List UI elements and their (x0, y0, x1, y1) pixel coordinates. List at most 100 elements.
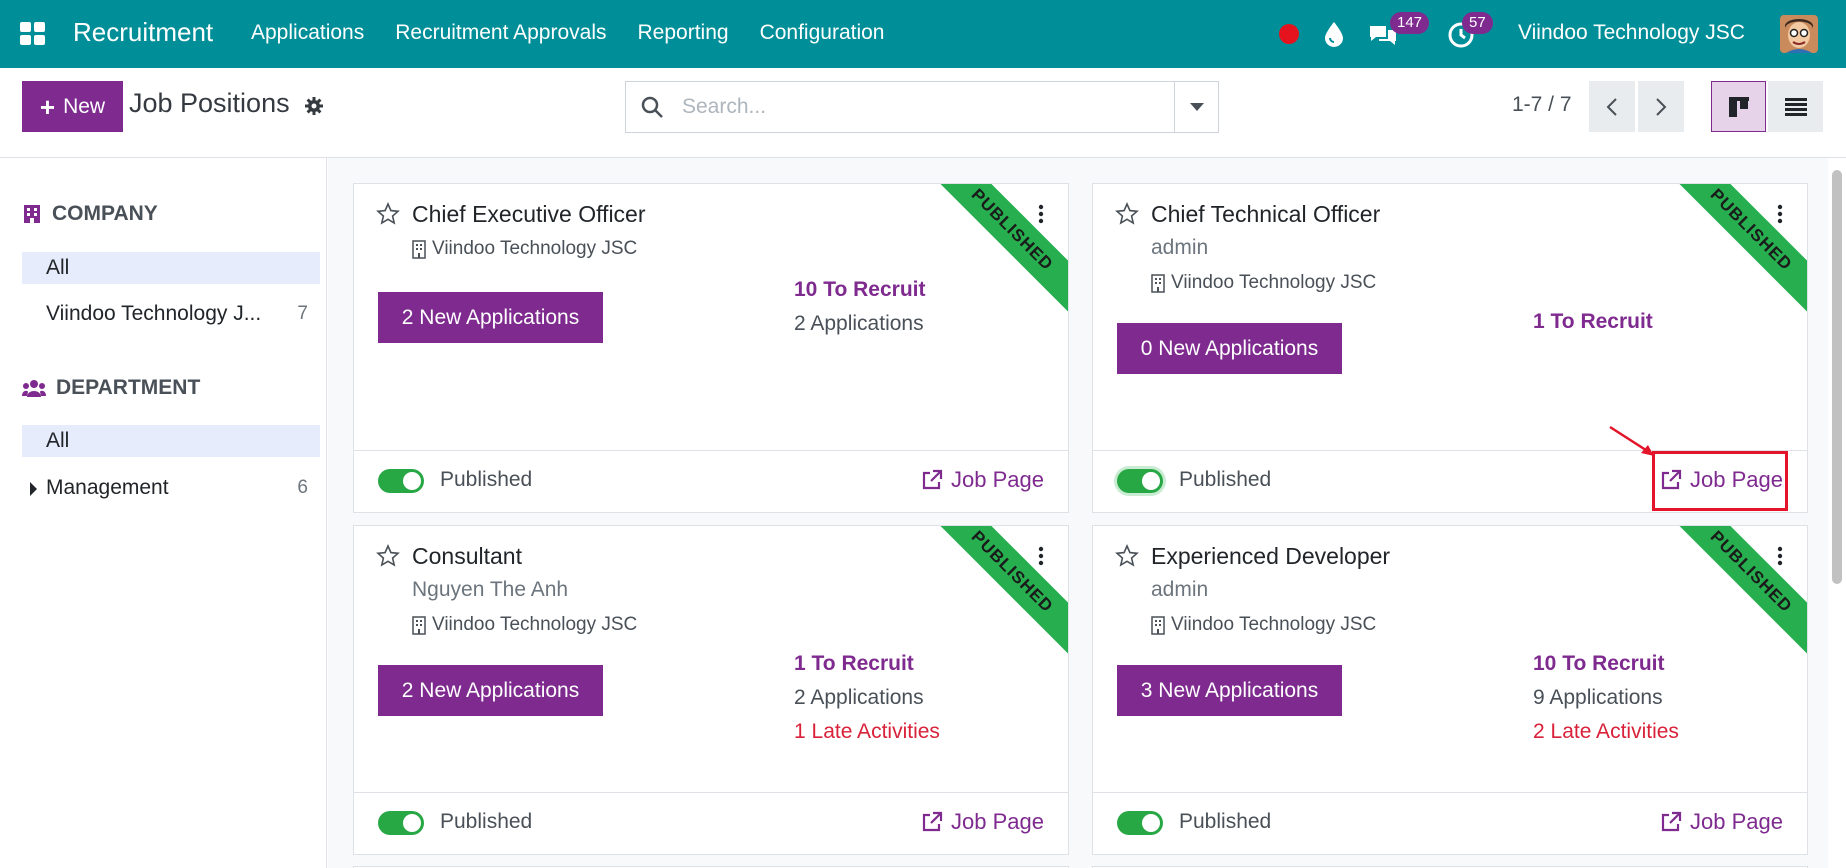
job-manager: admin (1151, 578, 1209, 601)
star-icon[interactable] (376, 544, 400, 568)
department-filter-label: Management (46, 476, 169, 499)
applications-link[interactable]: 2 Applications (794, 681, 940, 715)
published-ribbon: PUBLISHED (1667, 184, 1807, 314)
app-name[interactable]: Recruitment (73, 17, 213, 48)
company-filter-label: Viindoo Technology J... (46, 302, 262, 325)
search-input[interactable] (682, 92, 1082, 122)
company-filter-all[interactable]: All (22, 252, 320, 284)
kebab-menu-icon[interactable] (1038, 204, 1044, 224)
kebab-menu-icon[interactable] (1777, 204, 1783, 224)
star-icon[interactable] (1115, 202, 1139, 226)
user-avatar[interactable] (1780, 15, 1818, 53)
card-footer: Published Job Page (354, 792, 1068, 854)
published-ribbon: PUBLISHED (928, 526, 1068, 656)
new-applications-button[interactable]: 0 New Applications (1117, 323, 1342, 374)
applications-link[interactable]: 9 Applications (1533, 681, 1679, 715)
pager-next-button[interactable] (1638, 81, 1684, 132)
kanban-view-button[interactable] (1711, 81, 1766, 132)
job-title: Experienced Developer (1151, 543, 1391, 569)
external-link-icon (922, 469, 943, 490)
apps-grid-icon[interactable] (19, 20, 47, 48)
published-ribbon: PUBLISHED (928, 184, 1068, 314)
kebab-menu-icon[interactable] (1777, 546, 1783, 566)
new-applications-button[interactable]: 2 New Applications (378, 292, 603, 343)
published-toggle[interactable] (378, 469, 424, 493)
pager-previous-button[interactable] (1589, 81, 1635, 132)
to-recruit-link[interactable]: 1 To Recruit (1533, 305, 1653, 339)
caret-right-icon[interactable] (30, 482, 37, 496)
annotation-arrow-icon (1609, 425, 1654, 456)
card-footer: Published Job Page (354, 450, 1068, 512)
job-card[interactable]: Chief Executive Officer Viindoo Technolo… (353, 183, 1069, 513)
building-icon (24, 205, 40, 223)
job-page-link[interactable]: Job Page (921, 809, 1044, 835)
to-recruit-link[interactable]: 10 To Recruit (794, 273, 925, 307)
published-label: Published (440, 810, 533, 833)
top-navbar: Recruitment Applications Recruitment App… (0, 0, 1846, 68)
building-icon (412, 239, 426, 259)
record-icon[interactable] (1279, 24, 1299, 44)
job-card[interactable]: Consultant Nguyen The Anh Viindoo Techno… (353, 525, 1069, 855)
job-stats: 1 To Recruit (1533, 305, 1653, 339)
company-filter-label: All (46, 256, 70, 279)
late-activities-link[interactable]: 1 Late Activities (794, 715, 940, 749)
job-page-link[interactable]: Job Page (1660, 809, 1783, 835)
published-ribbon: PUBLISHED (1667, 526, 1807, 656)
company-filter-viindoo[interactable]: Viindoo Technology J... 7 (22, 298, 320, 330)
company-switcher[interactable]: Viindoo Technology JSC (1518, 21, 1745, 45)
new-applications-button[interactable]: 3 New Applications (1117, 665, 1342, 716)
department-filter-count: 6 (297, 477, 308, 498)
kanban-view: Chief Executive Officer Viindoo Technolo… (328, 158, 1828, 868)
applications-link[interactable]: 2 Applications (794, 307, 925, 341)
published-label: Published (1179, 810, 1272, 833)
job-stats: 10 To Recruit 9 Applications 2 Late Acti… (1533, 647, 1679, 749)
job-page-label: Job Page (1690, 809, 1783, 834)
job-manager: Nguyen The Anh (412, 578, 569, 601)
building-icon (412, 615, 426, 635)
menu-configuration[interactable]: Configuration (760, 21, 885, 45)
pager-value[interactable]: 1-7 / 7 (1512, 93, 1572, 117)
star-icon[interactable] (376, 202, 400, 226)
menu-reporting[interactable]: Reporting (638, 21, 729, 45)
department-filter-all[interactable]: All (22, 425, 320, 457)
droplet-icon[interactable] (1322, 21, 1346, 47)
list-view-button[interactable] (1768, 81, 1823, 132)
main-menu: Applications Recruitment Approvals Repor… (251, 21, 884, 45)
building-icon (1151, 273, 1165, 293)
department-heading-label: DEPARTMENT (56, 376, 201, 399)
department-section-heading: DEPARTMENT (22, 376, 200, 400)
published-label: Published (1179, 468, 1272, 491)
to-recruit-link[interactable]: 10 To Recruit (1533, 647, 1679, 681)
job-company-label: Viindoo Technology JSC (432, 238, 638, 259)
job-company: Viindoo Technology JSC (1151, 614, 1376, 636)
new-button-label: New (63, 94, 106, 118)
search-panel: COMPANY All Viindoo Technology J... 7 DE… (0, 158, 327, 868)
job-card[interactable]: Experienced Developer admin Viindoo Tech… (1092, 525, 1808, 855)
list-icon (1784, 97, 1807, 116)
page-title: Job Positions (129, 88, 290, 118)
search-options-toggle[interactable] (1174, 82, 1218, 132)
published-toggle[interactable] (378, 811, 424, 835)
department-filter-management[interactable]: Management 6 (22, 472, 320, 504)
department-filter-label: All (46, 429, 70, 452)
new-applications-button[interactable]: 2 New Applications (378, 665, 603, 716)
new-button[interactable]: + New (22, 81, 123, 132)
caret-down-icon (1189, 103, 1204, 111)
published-toggle[interactable] (1117, 811, 1163, 835)
kebab-menu-icon[interactable] (1038, 546, 1044, 566)
menu-recruitment-approvals[interactable]: Recruitment Approvals (395, 21, 606, 45)
job-title: Consultant (412, 543, 522, 569)
plus-icon: + (39, 91, 56, 122)
external-link-icon (922, 811, 943, 832)
star-icon[interactable] (1115, 544, 1139, 568)
late-activities-link[interactable]: 2 Late Activities (1533, 715, 1679, 749)
job-company: Viindoo Technology JSC (412, 614, 637, 636)
to-recruit-link[interactable]: 1 To Recruit (794, 647, 940, 681)
job-company: Viindoo Technology JSC (1151, 272, 1376, 294)
job-page-link[interactable]: Job Page (921, 467, 1044, 493)
gear-icon[interactable] (304, 96, 324, 116)
job-company: Viindoo Technology JSC (412, 238, 637, 260)
menu-applications[interactable]: Applications (251, 21, 364, 45)
published-toggle[interactable] (1117, 469, 1163, 493)
vertical-scrollbar[interactable] (1832, 170, 1842, 584)
